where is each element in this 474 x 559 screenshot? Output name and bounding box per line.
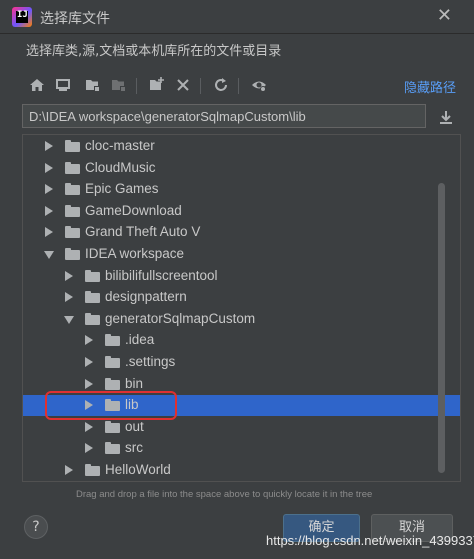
help-button[interactable]: ? xyxy=(24,515,48,539)
tree-item[interactable]: lib xyxy=(23,395,460,417)
folder-icon xyxy=(105,377,120,390)
folder-icon xyxy=(85,291,100,304)
download-icon[interactable] xyxy=(435,106,457,128)
watermark-text: https://blog.csdn.net/weixin_43993373 xyxy=(266,533,474,548)
file-tree[interactable]: cloc-master CloudMusic Epic Games GameDownl… xyxy=(22,134,461,482)
expand-right-arrow-icon[interactable] xyxy=(45,184,53,195)
home-icon[interactable] xyxy=(26,74,48,96)
path-bar xyxy=(22,104,461,130)
dialog-description: 选择库类,源,文档或本机库所在的文件或目录 xyxy=(26,44,282,59)
tree-item[interactable]: Epic Games xyxy=(23,179,460,200)
new-folder-icon[interactable] xyxy=(146,74,168,96)
tree-item-label: GameDownload xyxy=(85,202,182,218)
tree-item[interactable]: Grand Theft Auto V xyxy=(23,222,460,243)
tree-item-label: src xyxy=(125,440,143,456)
tree-item[interactable]: CloudMusic xyxy=(23,158,460,179)
window-title: 选择库文件 xyxy=(40,11,110,27)
expand-right-arrow-icon[interactable] xyxy=(85,357,93,367)
expand-right-arrow-icon[interactable] xyxy=(65,270,73,281)
tree-item[interactable]: bin xyxy=(23,374,460,395)
expand-right-arrow-icon[interactable] xyxy=(85,335,93,346)
tree-item[interactable]: generatorSqlmapCustom xyxy=(23,309,460,330)
tree-item[interactable]: IDEA workspace xyxy=(23,244,460,265)
folder-icon xyxy=(85,312,100,325)
folder-icon xyxy=(105,420,120,433)
tree-item[interactable]: cloc-master xyxy=(23,136,460,157)
expand-right-arrow-icon[interactable] xyxy=(85,400,93,411)
tree-item-label: .settings xyxy=(125,354,176,369)
expand-right-arrow-icon[interactable] xyxy=(85,378,93,389)
tree-item-label: out xyxy=(125,418,144,434)
expand-right-arrow-icon[interactable] xyxy=(45,227,53,238)
tree-item[interactable]: out xyxy=(23,417,460,438)
expand-right-arrow-icon[interactable] xyxy=(65,465,73,475)
project-folder-icon[interactable] xyxy=(82,74,104,96)
module-folder-icon[interactable] xyxy=(108,74,130,96)
drag-drop-hint: Drag and drop a file into the space abov… xyxy=(76,489,373,500)
tree-scrollbar[interactable] xyxy=(438,183,445,473)
folder-icon xyxy=(85,464,100,476)
tree-item[interactable]: bilibilifullscreentool xyxy=(23,266,460,287)
expand-right-arrow-icon[interactable] xyxy=(45,162,53,173)
folder-icon xyxy=(65,248,80,260)
expand-right-arrow-icon[interactable] xyxy=(85,443,93,454)
tree-item-label: CloudMusic xyxy=(85,159,156,175)
tree-item-label: generatorSqlmapCustom xyxy=(105,310,256,326)
path-input[interactable] xyxy=(22,104,426,128)
tree-item-label: lib xyxy=(125,397,139,413)
tree-item-label: bin xyxy=(125,375,144,391)
tree-item-label: HelloWorld xyxy=(105,462,171,477)
delete-icon[interactable] xyxy=(172,74,194,96)
expand-right-arrow-icon[interactable] xyxy=(65,292,73,303)
tree-item[interactable]: .idea xyxy=(23,330,460,351)
hide-path-link[interactable]: 隐藏路径 xyxy=(404,77,456,96)
tree-item[interactable]: .settings xyxy=(23,352,460,373)
tree-item-label: designpattern xyxy=(105,289,187,305)
close-icon[interactable]: ✕ xyxy=(437,5,452,26)
tree-item-label: IDEA workspace xyxy=(85,246,185,261)
folder-icon xyxy=(85,269,100,282)
folder-icon xyxy=(65,204,80,217)
tree-item[interactable]: src xyxy=(23,438,460,459)
folder-icon xyxy=(105,334,120,347)
expand-down-arrow-icon[interactable] xyxy=(44,251,54,259)
expand-right-arrow-icon[interactable] xyxy=(85,421,93,432)
expand-right-arrow-icon[interactable] xyxy=(45,205,53,216)
folder-icon xyxy=(65,183,80,196)
folder-icon xyxy=(65,226,80,239)
desktop-icon[interactable] xyxy=(52,74,74,96)
tree-item-label: Grand Theft Auto V xyxy=(85,224,201,240)
tree-item[interactable]: GameDownload xyxy=(23,201,460,222)
tree-item-label: .idea xyxy=(125,332,155,348)
folder-icon xyxy=(105,399,120,412)
tree-item-label: bilibilifullscreentool xyxy=(105,267,218,283)
folder-icon xyxy=(105,356,120,368)
expand-right-arrow-icon[interactable] xyxy=(45,141,53,151)
intellij-logo-icon: IJ xyxy=(12,7,32,27)
show-hidden-icon[interactable] xyxy=(248,74,270,96)
refresh-icon[interactable] xyxy=(210,74,232,96)
folder-icon xyxy=(65,140,80,152)
title-bar: IJ 选择库文件 ✕ xyxy=(0,0,474,34)
tree-item-label: cloc-master xyxy=(85,138,155,153)
tree-item[interactable]: designpattern xyxy=(23,287,460,308)
toolbar: 隐藏路径 xyxy=(22,72,462,100)
tree-item[interactable]: HelloWorld xyxy=(23,460,460,481)
tree-item-label: Epic Games xyxy=(85,181,159,197)
folder-icon xyxy=(65,161,80,174)
expand-down-arrow-icon[interactable] xyxy=(64,315,74,324)
folder-icon xyxy=(105,442,120,455)
